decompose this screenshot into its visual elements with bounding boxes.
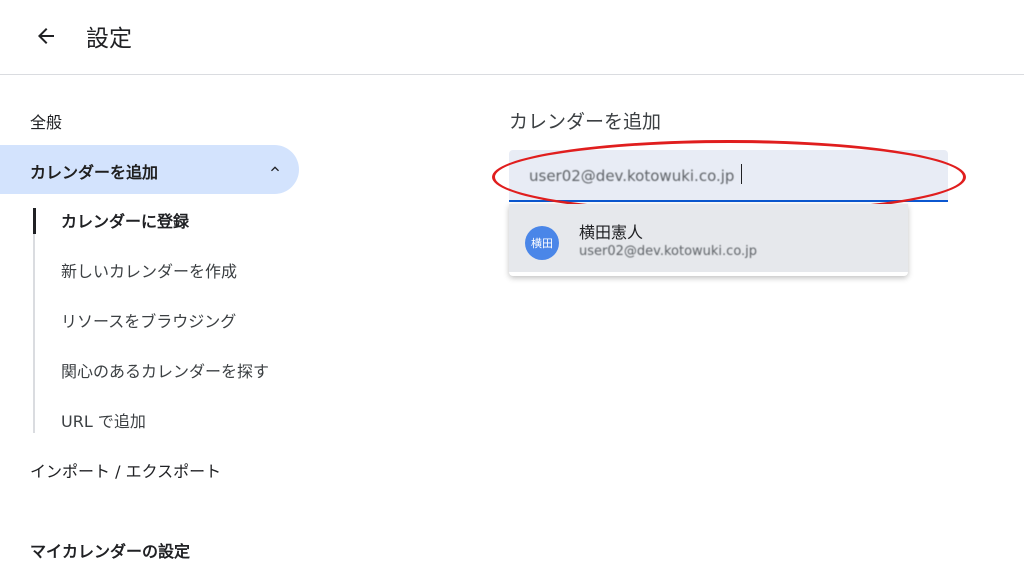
active-indicator [33,208,36,234]
my-calendars-heading: マイカレンダーの設定 [30,542,191,561]
sidebar-item-general[interactable]: 全般 [30,109,62,133]
sidebar-subitem-browse-interesting[interactable]: 関心のあるカレンダーを探す [61,358,269,382]
arrow-back-icon [38,28,54,44]
sidebar-item-label: カレンダーを追加 [30,163,159,182]
chevron-up-icon [263,157,287,181]
sidebar-item-add-calendar[interactable]: カレンダーを追加 [0,145,299,194]
input-value: user02@dev.kotowuki.co.jp [529,167,735,185]
suggestion-dropdown: 横田 横田憲人 user02@dev.kotowuki.co.jp [509,204,908,276]
sidebar-subitem-from-url[interactable]: URL で追加 [61,408,146,432]
add-calendar-input[interactable]: user02@dev.kotowuki.co.jp [509,150,948,202]
top-bar: 設定 [0,0,1024,75]
sidebar-subitem-subscribe[interactable]: カレンダーに登録 [61,208,189,232]
suggestion-item[interactable]: 横田 横田憲人 user02@dev.kotowuki.co.jp [509,204,908,272]
page-title: 設定 [86,26,132,52]
avatar: 横田 [525,226,559,260]
back-button[interactable] [26,18,66,54]
add-calendar-title: カレンダーを追加 [509,111,662,133]
text-caret [741,164,742,184]
settings-sidebar: 全般 カレンダーを追加 カレンダーに登録 新しいカレンダーを作成 リソースをブラ… [0,76,310,561]
sidebar-item-import-export[interactable]: インポート / エクスポート [30,458,221,482]
suggestion-name: 横田憲人 [579,223,644,242]
sidebar-subitem-create-new[interactable]: 新しいカレンダーを作成 [61,258,237,282]
suggestion-email: user02@dev.kotowuki.co.jp [579,244,758,259]
submenu-divider [33,208,35,433]
sidebar-subitem-browse-resources[interactable]: リソースをブラウジング [61,308,236,332]
